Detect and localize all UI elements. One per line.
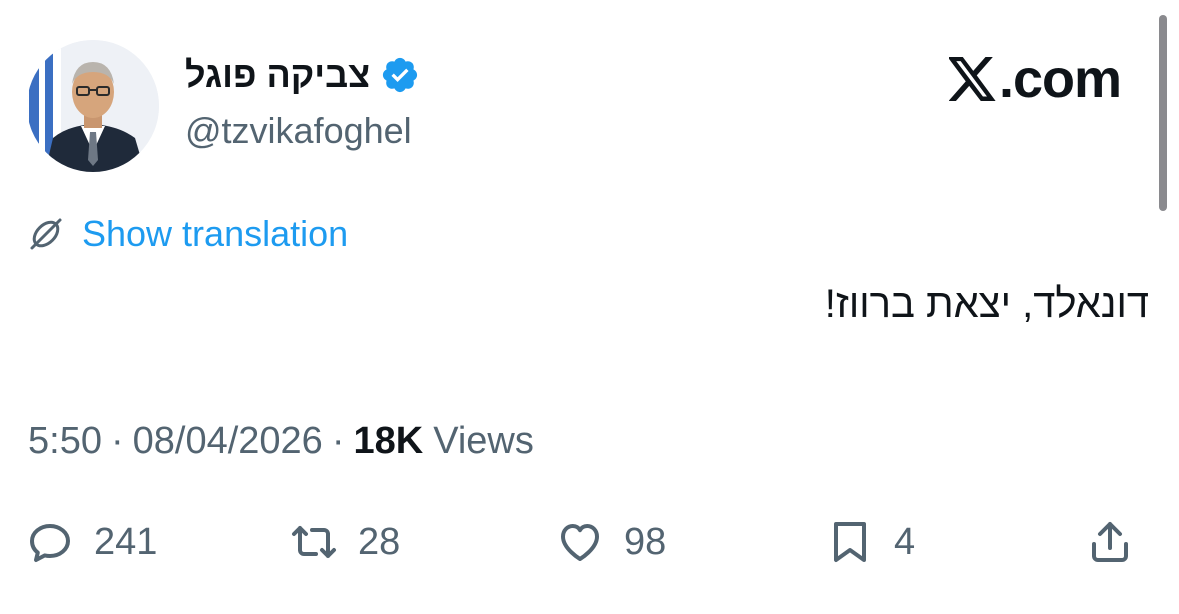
bookmark-button[interactable]: 4 xyxy=(826,510,915,574)
meta-separator: · xyxy=(331,419,345,462)
tweet-text: דונאלד, יצאת ברווז! xyxy=(824,282,1149,326)
scrollbar[interactable] xyxy=(1159,15,1167,211)
brand-domain: .com xyxy=(998,49,1122,109)
globe-icon xyxy=(30,218,62,250)
like-button[interactable]: 98 xyxy=(556,510,666,574)
repost-button[interactable]: 28 xyxy=(290,510,400,574)
show-translation-link[interactable]: Show translation xyxy=(26,212,348,256)
bookmark-count: 4 xyxy=(894,520,916,563)
tweet-time[interactable]: 5:50 xyxy=(28,420,102,463)
show-translation-label[interactable]: Show translation xyxy=(82,213,348,255)
tweet-date[interactable]: 08/04/2026 xyxy=(133,420,323,463)
views-count: 18K xyxy=(353,419,424,462)
x-logo-icon xyxy=(948,57,996,101)
share-button[interactable] xyxy=(1086,510,1134,574)
action-bar: 241 28 98 4 xyxy=(0,510,1179,574)
author-name-row: צביקה פוגל xyxy=(185,52,420,98)
meta-separator: · xyxy=(110,419,124,462)
like-count: 98 xyxy=(624,520,667,563)
reply-icon xyxy=(30,524,70,562)
repost-icon xyxy=(292,526,336,558)
verified-badge-icon xyxy=(383,57,418,93)
reply-count: 241 xyxy=(94,520,158,563)
brand-watermark: .com xyxy=(948,49,1122,109)
tweet-meta: 5:50 · 08/04/2026 · 18K Views xyxy=(28,418,534,464)
heart-icon xyxy=(561,524,599,561)
author-handle[interactable]: @tzvikafoghel xyxy=(185,110,412,152)
display-name[interactable]: צביקה פוגל xyxy=(185,54,370,96)
share-icon xyxy=(1092,522,1128,562)
avatar[interactable] xyxy=(27,40,159,172)
views-label: Views xyxy=(433,419,534,462)
repost-count: 28 xyxy=(358,520,401,563)
reply-button[interactable]: 241 xyxy=(26,510,157,574)
bookmark-icon xyxy=(834,522,866,562)
